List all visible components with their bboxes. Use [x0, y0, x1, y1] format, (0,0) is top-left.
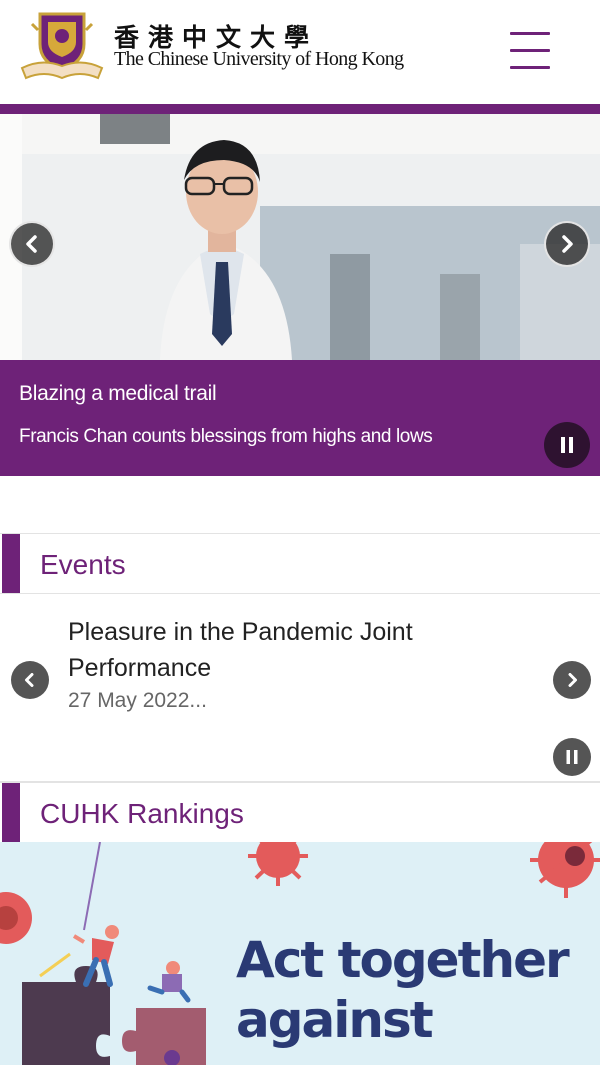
pause-icon[interactable] [553, 738, 591, 776]
chevron-left-icon[interactable] [11, 661, 49, 699]
menu-line [510, 32, 550, 35]
site-header: 香港中文大學 The Chinese University of Hong Ko… [0, 0, 600, 104]
section-accent [2, 783, 20, 842]
pause-icon[interactable] [544, 422, 590, 468]
banner-line-2: against [236, 991, 434, 1049]
chevron-left-icon[interactable] [9, 221, 55, 267]
events-section-header: Events [0, 533, 600, 593]
banner-headline: Act together against [236, 930, 570, 1050]
rankings-heading[interactable]: CUHK Rankings [40, 798, 244, 830]
banner-line-1: Act together [236, 931, 570, 989]
events-heading[interactable]: Events [40, 549, 126, 581]
section-accent [2, 534, 20, 593]
chevron-right-icon[interactable] [553, 661, 591, 699]
hamburger-menu-icon[interactable] [506, 28, 554, 74]
hero-carousel [0, 114, 600, 360]
cuhk-crest-logo[interactable] [18, 10, 106, 82]
header-accent-bar [0, 104, 600, 114]
hero-subtitle[interactable]: Francis Chan counts blessings from highs… [19, 426, 433, 448]
menu-line [510, 66, 550, 69]
event-date: 27 May 2022... [68, 689, 207, 712]
rankings-banner[interactable]: Act together against [0, 842, 600, 1065]
hero-caption[interactable]: Blazing a medical trail Francis Chan cou… [0, 360, 600, 476]
rankings-section-header: CUHK Rankings [0, 782, 600, 842]
events-carousel: Pleasure in the Pandemic Joint Performan… [0, 593, 600, 782]
chevron-right-icon[interactable] [544, 221, 590, 267]
hero-photo [0, 114, 600, 360]
brand-name-english: The Chinese University of Hong Kong [114, 48, 404, 70]
event-title[interactable]: Pleasure in the Pandemic Joint Performan… [68, 614, 488, 686]
hero-title[interactable]: Blazing a medical trail [19, 382, 217, 406]
menu-line [510, 49, 550, 52]
